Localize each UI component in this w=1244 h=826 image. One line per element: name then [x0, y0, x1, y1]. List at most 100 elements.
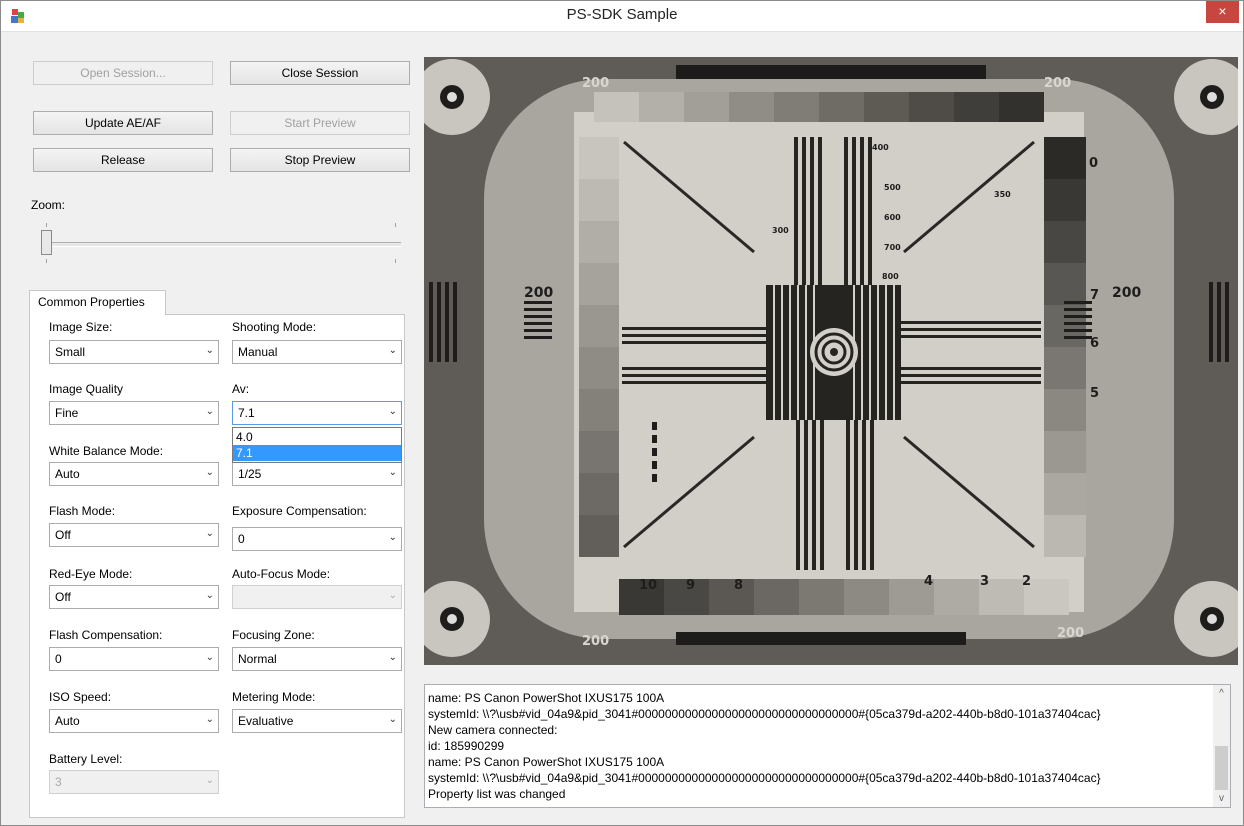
- tv-select[interactable]: 1/25 ⌄: [232, 462, 402, 486]
- log-textbox[interactable]: name: PS Canon PowerShot IXUS175 100A sy…: [424, 684, 1231, 808]
- shooting-mode-select[interactable]: Manual ⌄: [232, 340, 402, 364]
- image-quality-label: Image Quality: [49, 382, 124, 396]
- av-dropdown-list: 4.0 7.1: [232, 427, 402, 463]
- stop-preview-button[interactable]: Stop Preview: [230, 148, 410, 172]
- chart-number: 200: [1112, 285, 1141, 301]
- metering-mode-select[interactable]: Evaluative ⌄: [232, 709, 402, 733]
- flash-mode-select[interactable]: Off ⌄: [49, 523, 219, 547]
- auto-focus-select[interactable]: ⌄: [232, 585, 402, 609]
- chart-number: 200: [582, 634, 609, 649]
- chart-number: 200: [1057, 626, 1084, 641]
- chevron-down-icon: ⌄: [205, 467, 214, 478]
- chevron-down-icon: ⌄: [205, 590, 214, 601]
- flash-compensation-label: Flash Compensation:: [49, 628, 163, 642]
- battery-level-label: Battery Level:: [49, 752, 123, 766]
- flash-compensation-value: 0: [55, 652, 62, 666]
- white-balance-value: Auto: [55, 467, 80, 481]
- chart-number: 400: [872, 143, 889, 152]
- log-line: systemId: \\?\usb#vid_04a9&pid_3041#0000…: [428, 707, 1101, 721]
- log-line: systemId: \\?\usb#vid_04a9&pid_3041#0000…: [428, 771, 1101, 785]
- av-option-selected[interactable]: 7.1: [233, 445, 401, 461]
- tab-common-properties[interactable]: Common Properties: [29, 290, 166, 315]
- av-option[interactable]: 4.0: [233, 429, 401, 445]
- log-line: New camera connected:: [428, 723, 558, 737]
- chevron-down-icon: ⌄: [205, 775, 214, 786]
- battery-level-select: 3 ⌄: [49, 770, 219, 794]
- close-window-button[interactable]: ×: [1206, 1, 1239, 23]
- white-balance-label: White Balance Mode:: [49, 444, 164, 458]
- release-button[interactable]: Release: [33, 148, 213, 172]
- auto-focus-label: Auto-Focus Mode:: [232, 567, 331, 581]
- scroll-thumb[interactable]: [1215, 746, 1228, 790]
- red-eye-select[interactable]: Off ⌄: [49, 585, 219, 609]
- flash-mode-label: Flash Mode:: [49, 504, 116, 518]
- zoom-slider-thumb[interactable]: [41, 230, 52, 255]
- flash-compensation-select[interactable]: 0 ⌄: [49, 647, 219, 671]
- av-label: Av:: [232, 382, 250, 396]
- chevron-down-icon: ⌄: [388, 714, 397, 725]
- chart-number: 200: [524, 285, 553, 301]
- chart-number: 4: [924, 574, 933, 589]
- chevron-down-icon: ⌄: [388, 406, 397, 417]
- chart-number: 3: [980, 574, 989, 589]
- exposure-compensation-label: Exposure Compensation:: [232, 504, 367, 518]
- chevron-down-icon: ⌄: [205, 652, 214, 663]
- slider-tick: [395, 223, 396, 227]
- exposure-compensation-select[interactable]: 0 ⌄: [232, 527, 402, 551]
- image-quality-value: Fine: [55, 406, 79, 420]
- chart-number: 7: [1090, 288, 1099, 303]
- chart-number: 8: [734, 578, 743, 593]
- update-ae-af-button[interactable]: Update AE/AF: [33, 111, 213, 135]
- zoom-slider-track[interactable]: [41, 242, 401, 247]
- chart-number: 10: [639, 578, 657, 593]
- scroll-down-icon[interactable]: v: [1213, 790, 1230, 807]
- chart-number: 350: [994, 190, 1011, 199]
- log-line: id: 185990299: [428, 739, 505, 753]
- exposure-compensation-value: 0: [238, 532, 245, 546]
- chart-number: 500: [884, 183, 901, 192]
- chart-number: 6: [1090, 336, 1099, 351]
- flash-mode-value: Off: [55, 528, 71, 542]
- image-size-select[interactable]: Small ⌄: [49, 340, 219, 364]
- image-quality-select[interactable]: Fine ⌄: [49, 401, 219, 425]
- shooting-mode-label: Shooting Mode:: [232, 320, 317, 334]
- image-size-label: Image Size:: [49, 320, 113, 334]
- chart-number: 2: [1022, 574, 1031, 589]
- iso-speed-select[interactable]: Auto ⌄: [49, 709, 219, 733]
- chevron-down-icon: ⌄: [388, 590, 397, 601]
- focusing-zone-select[interactable]: Normal ⌄: [232, 647, 402, 671]
- slider-tick: [395, 259, 396, 263]
- close-session-button[interactable]: Close Session: [230, 61, 410, 85]
- title-bar: PS-SDK Sample ×: [1, 1, 1243, 32]
- scroll-up-icon[interactable]: ^: [1213, 685, 1230, 702]
- chart-number: 0: [1089, 156, 1098, 171]
- chart-number: 300: [772, 226, 789, 235]
- chevron-down-icon: ⌄: [388, 467, 397, 478]
- focusing-zone-label: Focusing Zone:: [232, 628, 315, 642]
- slider-tick: [46, 223, 47, 227]
- log-scrollbar[interactable]: ^ v: [1213, 685, 1230, 807]
- red-eye-value: Off: [55, 590, 71, 604]
- image-size-value: Small: [55, 345, 86, 359]
- chart-number: 700: [884, 243, 901, 252]
- app-window: PS-SDK Sample × Open Session... Close Se…: [0, 0, 1244, 826]
- chevron-down-icon: ⌄: [388, 532, 397, 543]
- iso-speed-value: Auto: [55, 714, 80, 728]
- chart-number: 5: [1090, 386, 1099, 401]
- slider-tick: [46, 259, 47, 263]
- chart-number: 200: [1044, 76, 1071, 91]
- log-line: name: PS Canon PowerShot IXUS175 100A: [428, 691, 665, 705]
- battery-level-value: 3: [55, 775, 62, 789]
- white-balance-select[interactable]: Auto ⌄: [49, 462, 219, 486]
- open-session-button[interactable]: Open Session...: [33, 61, 213, 85]
- av-select[interactable]: 7.1 ⌄: [232, 401, 402, 425]
- chevron-down-icon: ⌄: [388, 652, 397, 663]
- chevron-down-icon: ⌄: [388, 345, 397, 356]
- live-preview-image: 200 200 200 200 200 200 400 500 600 700 …: [424, 57, 1238, 665]
- log-line: name: PS Canon PowerShot IXUS175 100A: [428, 755, 665, 769]
- chevron-down-icon: ⌄: [205, 714, 214, 725]
- tv-value: 1/25: [238, 467, 262, 481]
- chart-number: 9: [686, 578, 695, 593]
- start-preview-button[interactable]: Start Preview: [230, 111, 410, 135]
- metering-mode-label: Metering Mode:: [232, 690, 316, 704]
